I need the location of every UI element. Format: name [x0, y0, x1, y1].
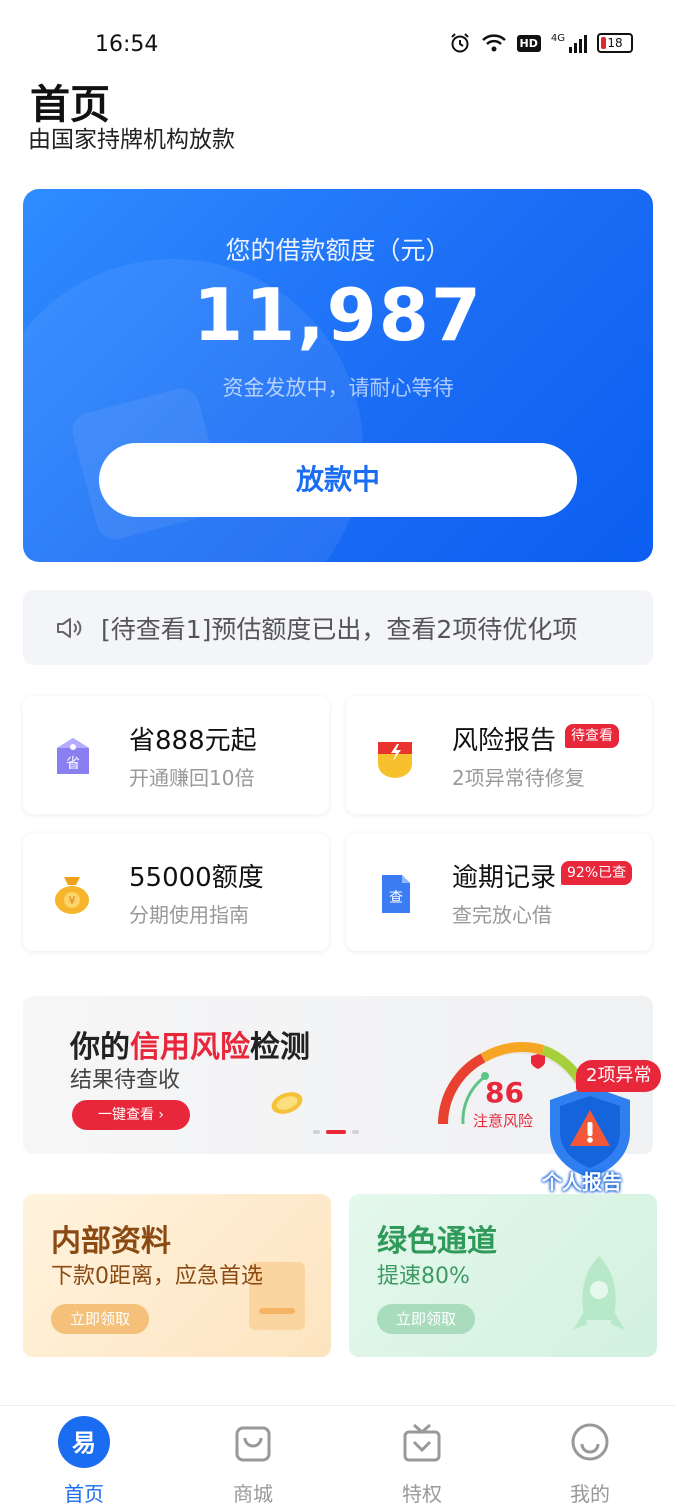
hd-icon: HD — [516, 34, 541, 52]
network-type: 4G — [550, 33, 565, 44]
card-title: 省888元起 — [129, 726, 257, 756]
home-icon-text: 易 — [72, 1429, 96, 1457]
document-check-icon-text: 查 — [389, 890, 403, 906]
internal-materials-card[interactable]: 内部资料 下款0距离，应急首选 立即领取 — [23, 1194, 331, 1357]
card-overdue-record[interactable]: 查 逾期记录 92%已查 查完放心借 — [346, 833, 652, 951]
tab-label: 我的 — [570, 1482, 610, 1506]
banner-subtitle: 结果待查收 — [70, 1068, 181, 1093]
battery-icon: 18 — [597, 33, 633, 53]
rocket-icon — [573, 1256, 625, 1330]
banner-title-highlight: 信用风险 — [130, 1030, 250, 1065]
card-subtitle: 分期使用指南 — [129, 903, 249, 927]
page-subtitle: 由国家持牌机构放款 — [28, 127, 235, 153]
coin-icon — [271, 1092, 303, 1114]
tab-privilege[interactable]: 特权 — [372, 1416, 472, 1507]
promo-title: 绿色通道 — [377, 1224, 497, 1259]
money-bag-icon: ¥ — [55, 877, 89, 914]
claim-now-button[interactable]: 立即领取 — [51, 1304, 149, 1334]
tab-mall[interactable]: 商城 — [203, 1416, 303, 1507]
banner-title-post: 检测 — [250, 1030, 310, 1065]
claim-now-button[interactable]: 立即领取 — [377, 1304, 475, 1334]
personal-report-label: 个人报告 — [542, 1170, 622, 1194]
bottom-tab-bar: 易 首页 商城 特权 我的 — [0, 1405, 675, 1506]
risk-level: 注意风险 — [473, 1112, 534, 1130]
card-subtitle: 查完放心借 — [452, 903, 552, 927]
promo-title: 内部资料 — [51, 1224, 171, 1259]
card-title: 55000额度 — [129, 863, 264, 893]
status-icons: HD 4G 18 — [449, 32, 633, 54]
disbursing-button[interactable]: 放款中 — [99, 443, 577, 517]
shopping-bag-icon — [235, 1426, 271, 1462]
coupon-tag-icon: 省 — [57, 738, 89, 774]
credit-limit-label: 您的借款额度（元） — [225, 236, 451, 265]
credit-limit-amount: 11,987 — [193, 273, 483, 357]
pending-review-tag: 待查看 — [565, 724, 619, 748]
money-bag-icon-text: ¥ — [69, 894, 76, 907]
status-bar: 16:54 HD 4G 18 — [0, 0, 675, 70]
profile-icon — [571, 1423, 609, 1461]
personal-report-float[interactable]: 2项异常 个人报告 — [540, 1060, 662, 1198]
card-subtitle: 2项异常待修复 — [452, 766, 585, 790]
promo-desc: 提速80% — [377, 1264, 470, 1289]
tab-label: 特权 — [402, 1482, 442, 1506]
privilege-icon — [403, 1423, 441, 1462]
coupon-tag-icon-text: 省 — [66, 756, 80, 772]
green-channel-card[interactable]: 绿色通道 提速80% 立即领取 — [349, 1194, 657, 1357]
credit-limit-card: 您的借款额度（元） 11,987 资金发放中，请耐心等待 放款中 — [23, 189, 653, 562]
carousel-indicator — [313, 1130, 359, 1134]
notice-bar[interactable]: [待查看1]预估额度已出，查看2项待优化项 — [23, 590, 653, 665]
card-risk-report[interactable]: 风险报告 待查看 2项异常待修复 — [346, 696, 652, 814]
banner-title-pre: 你的 — [70, 1030, 130, 1065]
tab-label: 首页 — [64, 1482, 104, 1506]
home-icon: 易 — [58, 1416, 110, 1468]
checked-percent-tag: 92%已查 — [561, 861, 633, 885]
tab-mine[interactable]: 我的 — [540, 1416, 640, 1507]
alarm-icon — [450, 33, 469, 53]
status-time: 16:54 — [95, 32, 159, 57]
risk-score: 86 — [485, 1076, 524, 1109]
one-click-view-button[interactable]: 一键查看 › — [72, 1100, 190, 1130]
tab-label: 商城 — [233, 1482, 273, 1506]
warning-shield-icon — [378, 742, 412, 778]
card-save-money[interactable]: 省 省888元起 开通赚回10倍 — [23, 696, 329, 814]
battery-level: 18 — [607, 36, 623, 50]
speaker-icon — [57, 617, 82, 638]
abnormal-count-badge: 2项异常 — [576, 1060, 662, 1092]
card-title: 逾期记录 — [452, 863, 557, 893]
card-subtitle: 开通赚回10倍 — [129, 766, 255, 790]
promo-desc: 下款0距离，应急首选 — [51, 1264, 263, 1289]
banner-title: 你的信用风险检测 — [70, 1022, 310, 1066]
document-check-icon: 查 — [382, 875, 410, 913]
card-credit-amount[interactable]: ¥ 55000额度 分期使用指南 — [23, 833, 329, 951]
tab-home[interactable]: 易 首页 — [34, 1416, 134, 1507]
card-title: 风险报告 — [452, 726, 557, 756]
wifi-icon — [481, 34, 506, 52]
credit-status-hint: 资金发放中，请耐心等待 — [222, 376, 454, 400]
signal-icon: 4G — [551, 33, 587, 53]
notice-text: [待查看1]预估额度已出，查看2项待优化项 — [101, 614, 578, 644]
